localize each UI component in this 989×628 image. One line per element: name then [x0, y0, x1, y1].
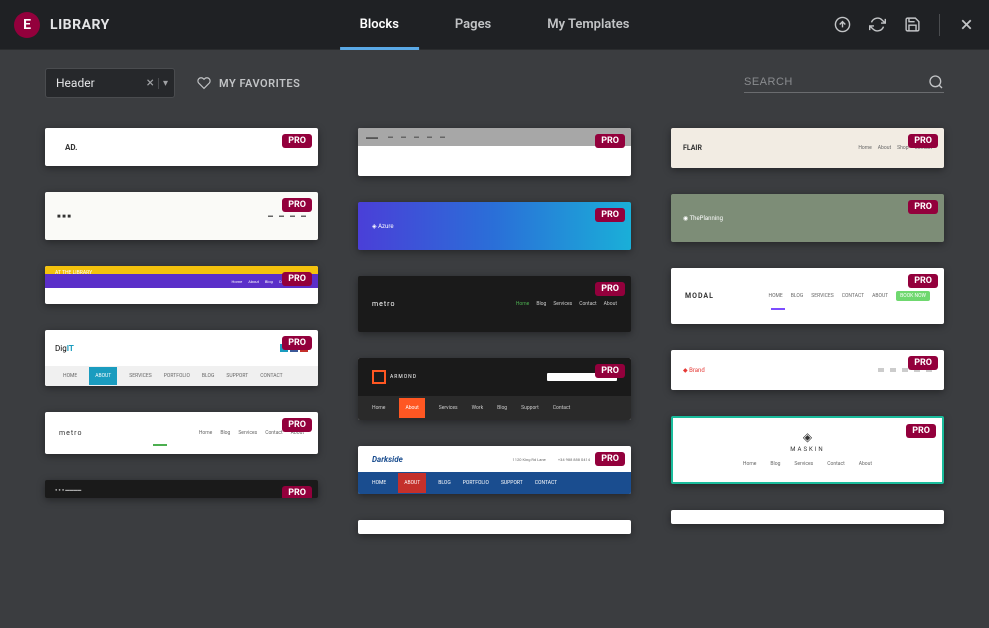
tpl-top: DigIT — [45, 330, 318, 366]
tpl-nav: HOME BLOG SERVICES CONTACT ABOUT BOOK NO… — [769, 291, 930, 301]
close-icon[interactable] — [958, 16, 975, 33]
pro-badge: PRO — [908, 356, 938, 370]
tpl-accent — [771, 308, 785, 310]
tpl-nav: HOME ABOUT BLOG PORTFOLIO SUPPORT CONTAC… — [358, 472, 631, 494]
tpl-logo: metro — [59, 429, 82, 437]
tpl-nav: Home About Services Work Blog Support Co… — [358, 396, 631, 420]
template-card[interactable]: PRO ◈ MASKIN Home Blog Services Contact … — [671, 416, 944, 484]
grid-col-1: PRO AD. PRO ■ ■ ■ ▬▬▬▬ PRO Home About Bl… — [45, 128, 318, 534]
pro-badge: PRO — [595, 452, 625, 466]
tpl-logo: DigIT — [55, 344, 74, 353]
tpl-logo: ◆ Brand — [683, 367, 705, 374]
pro-badge: PRO — [282, 336, 312, 350]
template-card[interactable]: PRO MODAL HOME BLOG SERVICES CONTACT ABO… — [671, 268, 944, 324]
template-card[interactable] — [671, 510, 944, 524]
template-card[interactable] — [358, 520, 631, 534]
pro-badge: PRO — [595, 208, 625, 222]
tpl-nav: Home Blog Services Contact About — [685, 461, 930, 467]
select-clear-icon[interactable]: × — [142, 75, 157, 91]
grid-col-2: PRO ▬▬ ▬▬▬▬▬ PRO ◈ Azure PRO metro Home … — [358, 128, 631, 534]
topbar-divider — [939, 14, 940, 36]
topbar-actions — [834, 14, 975, 36]
pro-badge: PRO — [282, 486, 312, 498]
tpl-nav: ▬▬▬▬ — [268, 213, 306, 219]
tpl-brand: ARMOND — [372, 370, 417, 384]
tpl-logo: AD. — [65, 143, 77, 152]
tpl-inner: ◈ MASKIN Home Blog Services Contact Abou… — [673, 418, 942, 479]
upload-icon[interactable] — [834, 16, 851, 33]
filter-bar: Header × ▾ MY FAVORITES — [0, 50, 989, 108]
tpl-nav: Home Blog Services Contact About — [516, 301, 617, 307]
my-favorites-button[interactable]: MY FAVORITES — [197, 76, 300, 90]
tab-blocks[interactable]: Blocks — [332, 0, 427, 50]
topbar: E LIBRARY Blocks Pages My Templates — [0, 0, 989, 50]
tpl-logo: Darkside — [372, 455, 403, 464]
template-card[interactable]: PRO metro Home Blog Services Contact Abo… — [45, 412, 318, 454]
tpl-nav: HOME ABOUT SERVICES PORTFOLIO BLOG SUPPO… — [45, 366, 318, 386]
tpl-logo: ◈ Azure — [372, 223, 394, 230]
tpl-icon: ◈ — [685, 430, 930, 444]
template-card[interactable]: PRO ● ● ● ▬▬▬▬ — [45, 480, 318, 498]
template-card[interactable]: PRO ▬▬ ▬▬▬▬▬ — [358, 128, 631, 176]
pro-badge: PRO — [906, 424, 936, 438]
tab-my-templates[interactable]: My Templates — [519, 0, 657, 50]
search-input[interactable] — [744, 76, 928, 88]
favorites-label: MY FAVORITES — [219, 77, 300, 90]
tpl-logo: ◉ ThePlanning — [683, 215, 723, 222]
template-card[interactable]: PRO DigIT HOME ABOUT SERVICES PORTFOLIO … — [45, 330, 318, 386]
category-select[interactable]: Header × ▾ — [45, 68, 175, 98]
pro-badge: PRO — [908, 200, 938, 214]
tpl-logo: MODAL — [685, 292, 714, 300]
grid-col-3: PRO FLAIR Home About Shop Contact PRO ◉ … — [671, 128, 944, 534]
tab-pages[interactable]: Pages — [427, 0, 519, 50]
heart-icon — [197, 76, 211, 90]
tpl-logo: AT THE LIBRARY — [55, 270, 92, 276]
save-icon[interactable] — [904, 16, 921, 33]
tpl-stripe: Home About Blog Contact Shop — [45, 274, 318, 288]
template-card[interactable]: PRO AD. — [45, 128, 318, 166]
tpl-bar: ▬▬ ▬▬▬▬▬ — [358, 128, 631, 146]
tpl-logo: FLAIR — [683, 144, 702, 152]
template-card[interactable]: PRO ◉ ThePlanning — [671, 194, 944, 242]
sync-icon[interactable] — [869, 16, 886, 33]
filter-left: Header × ▾ MY FAVORITES — [45, 68, 300, 98]
tpl-logo: ■ ■ ■ — [57, 213, 71, 220]
template-card[interactable]: PRO ARMOND Home About Services Work Blog… — [358, 358, 631, 420]
template-card[interactable]: PRO ■ ■ ■ ▬▬▬▬ — [45, 192, 318, 240]
tabs: Blocks Pages My Templates — [332, 0, 658, 50]
template-card[interactable]: PRO Home About Blog Contact Shop AT THE … — [45, 266, 318, 304]
template-card[interactable]: PRO metro Home Blog Services Contact Abo… — [358, 276, 631, 332]
pro-badge: PRO — [282, 134, 312, 148]
tpl-top: ARMOND — [358, 358, 631, 396]
pro-badge: PRO — [282, 418, 312, 432]
tpl-accent — [153, 444, 167, 446]
select-value: Header — [56, 76, 142, 90]
tpl-logo: metro — [372, 300, 395, 308]
tpl-logo: ▬▬ — [366, 134, 378, 141]
pro-badge: PRO — [595, 364, 625, 378]
templates-grid: PRO AD. PRO ■ ■ ■ ▬▬▬▬ PRO Home About Bl… — [45, 128, 944, 534]
logo-section: E LIBRARY — [0, 12, 110, 38]
chevron-down-icon[interactable]: ▾ — [158, 78, 168, 89]
search-icon[interactable] — [928, 74, 944, 90]
template-card[interactable]: PRO ◆ Brand — [671, 350, 944, 390]
search-box — [744, 74, 944, 93]
template-card[interactable]: PRO FLAIR Home About Shop Contact — [671, 128, 944, 168]
library-title: LIBRARY — [50, 17, 110, 33]
logo-letter: E — [23, 17, 31, 33]
tpl-top: Darkside 1120 King Rd Lane +34 988 888 0… — [358, 446, 631, 472]
pro-badge: PRO — [282, 198, 312, 212]
pro-badge: PRO — [282, 272, 312, 286]
template-card[interactable]: PRO ◈ Azure — [358, 202, 631, 250]
pro-badge: PRO — [908, 274, 938, 288]
pro-badge: PRO — [908, 134, 938, 148]
pro-badge: PRO — [595, 282, 625, 296]
template-card[interactable]: PRO Darkside 1120 King Rd Lane +34 988 8… — [358, 446, 631, 494]
tpl-title: MASKIN — [685, 446, 930, 453]
tpl-text: ● ● ● ▬▬▬▬ — [55, 487, 81, 492]
tpl-brand-icon — [372, 370, 386, 384]
templates-content[interactable]: PRO AD. PRO ■ ■ ■ ▬▬▬▬ PRO Home About Bl… — [0, 108, 989, 628]
pro-badge: PRO — [595, 134, 625, 148]
elementor-logo: E — [14, 12, 40, 38]
